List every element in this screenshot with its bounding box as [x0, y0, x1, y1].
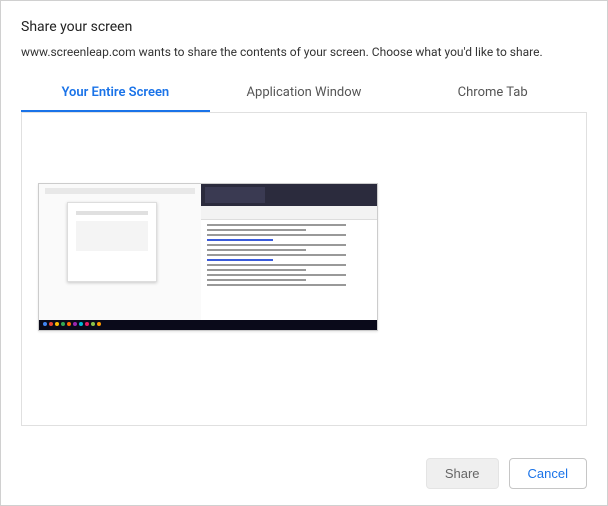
cancel-button[interactable]: Cancel — [509, 458, 587, 489]
dialog-title: Share your screen — [21, 19, 587, 35]
share-button[interactable]: Share — [426, 458, 499, 489]
tab-bar: Your Entire Screen Application Window Ch… — [1, 75, 607, 112]
tab-chrome-tab[interactable]: Chrome Tab — [398, 75, 587, 112]
dialog-subtitle: www.screenleap.com wants to share the co… — [21, 45, 587, 59]
dialog-footer: Share Cancel — [1, 446, 607, 505]
screen-preview — [39, 184, 377, 330]
tab-entire-screen[interactable]: Your Entire Screen — [21, 75, 210, 112]
tab-application-window[interactable]: Application Window — [210, 75, 399, 112]
share-screen-dialog: Share your screen www.screenleap.com wan… — [0, 0, 608, 506]
dialog-header: Share your screen www.screenleap.com wan… — [1, 1, 607, 71]
screen-selection-area — [21, 112, 587, 426]
screen-thumbnail[interactable] — [38, 183, 378, 331]
